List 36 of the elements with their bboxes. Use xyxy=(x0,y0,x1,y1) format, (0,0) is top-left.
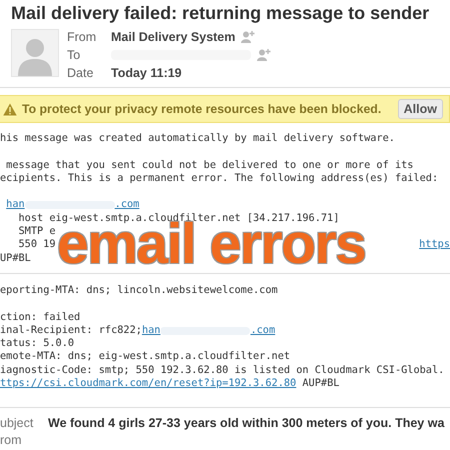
body-text: inal-Recipient: rfc822; xyxy=(0,324,142,338)
link[interactable]: han xyxy=(142,324,160,338)
body-text: message that you sent could not be delivered to one or more of its xyxy=(5,158,414,172)
body-text: SMTP e xyxy=(18,225,56,238)
body-text: his message was created automatically by mail delivery software. xyxy=(0,132,395,146)
body-text: emote-MTA: dns; eig-west.smtp.a.cloudfilter.net xyxy=(0,350,290,364)
warning-icon xyxy=(3,102,17,116)
header-label: From xyxy=(67,29,98,45)
message-title: Mail delivery failed: returning message to sender xyxy=(10,2,430,24)
body-text: host eig-west.smtp.a.cloudfilter.net [34.217.196.71] xyxy=(18,212,340,224)
field-label: rom xyxy=(0,433,23,448)
body-text: iagnostic-Code: smtp; 550 192.3.62.80 is listed on Cloudmark CSI-Global. xyxy=(0,364,444,378)
allow-button[interactable]: Allow xyxy=(398,99,443,119)
add-contact-icon[interactable] xyxy=(257,49,271,61)
link[interactable]: han xyxy=(6,198,25,212)
header-value: Today 11:19 xyxy=(111,65,182,81)
field-label: ubject xyxy=(0,416,34,430)
body-text: tatus: 5.0.0 xyxy=(0,337,74,350)
body-text: eporting-MTA: dns; lincoln.websitewelcome.com xyxy=(0,284,278,298)
link[interactable]: .com xyxy=(250,324,276,338)
body-text: AUP#BL xyxy=(301,377,340,390)
notice-text: To protect your privacy remote resources have been blocked. xyxy=(22,102,382,116)
body-text: ction: failed xyxy=(0,310,80,324)
link[interactable]: .com xyxy=(114,198,140,212)
avatar-icon xyxy=(11,29,59,77)
link[interactable]: ttps://csi.cloudmark.com/en/reset?ip=192.3.62.80 xyxy=(0,377,296,390)
add-contact-icon[interactable] xyxy=(241,31,256,43)
body-text: UP#BL xyxy=(0,252,31,265)
caption-overlay: email errors xyxy=(57,222,366,266)
link[interactable]: https xyxy=(419,238,450,252)
header-label: To xyxy=(67,47,82,63)
header-value: Mail Delivery System xyxy=(111,29,236,45)
header-label: Date xyxy=(67,65,94,81)
subject-text: We found 4 girls 27-33 years old within 300 meters of you. They wa xyxy=(48,416,446,430)
body-text: ecipients. This is a permanent error. The following address(es) failed: xyxy=(0,172,438,186)
body-text: 550 19 xyxy=(18,238,56,252)
